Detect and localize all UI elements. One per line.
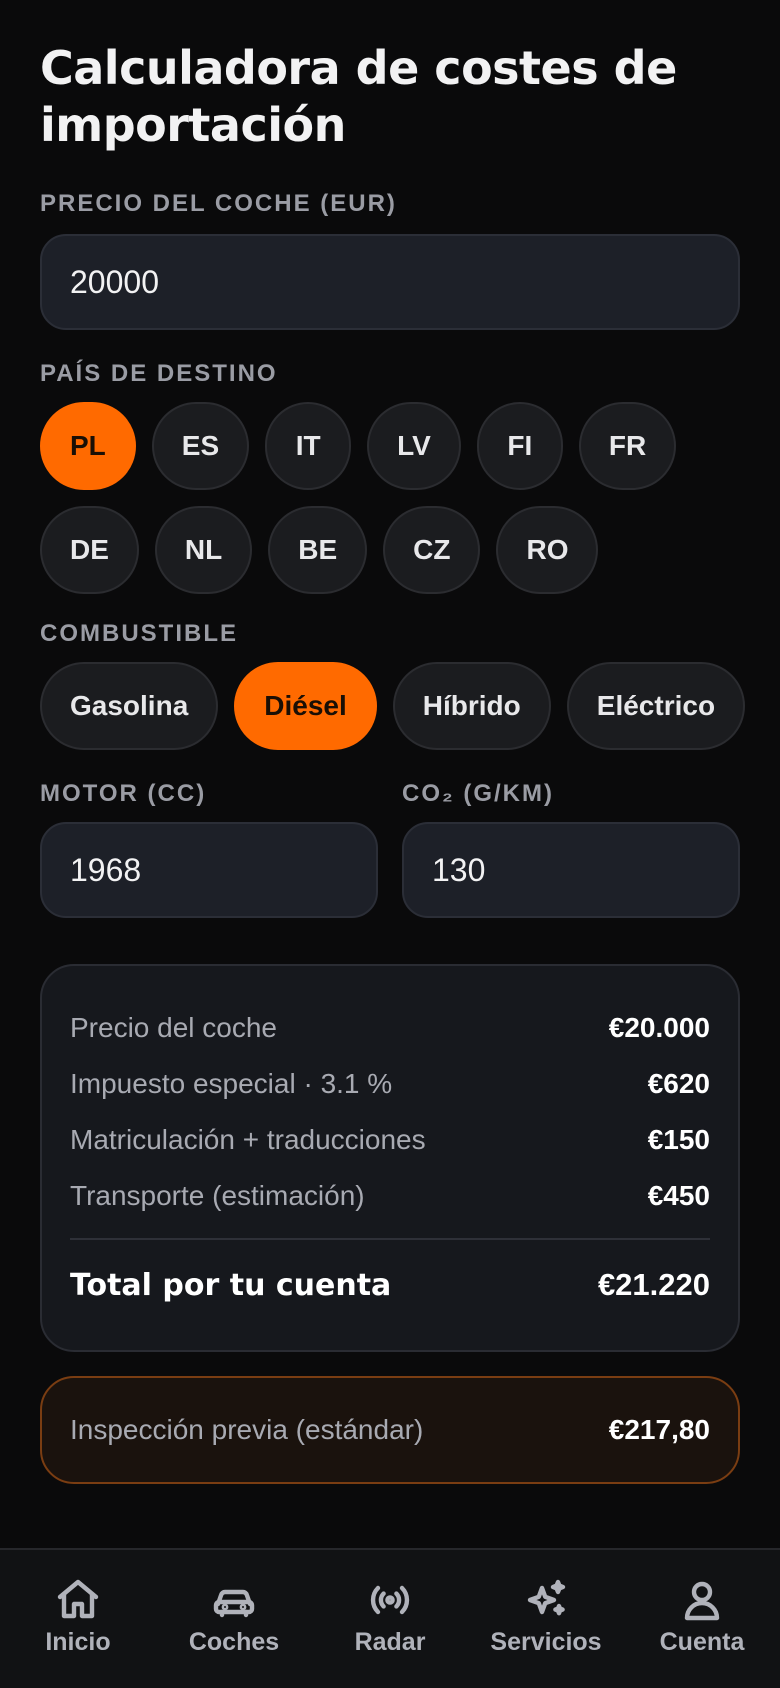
- fuel-chip-group: Gasolina Diésel Híbrido Eléctrico: [40, 662, 750, 750]
- country-chip-cz[interactable]: CZ: [383, 506, 481, 594]
- nav-item-servicios[interactable]: Servicios: [476, 1576, 616, 1657]
- fuel-chip-diesel[interactable]: Diésel: [234, 662, 377, 750]
- country-chip-lv[interactable]: LV: [367, 402, 461, 490]
- cost-summary-card: Precio del coche €20.000 Impuesto especi…: [40, 964, 740, 1352]
- nav-label: Inicio: [45, 1628, 111, 1656]
- summary-row: Precio del coche €20.000: [70, 1000, 710, 1056]
- nav-label: Servicios: [490, 1628, 602, 1656]
- summary-row-value: €620: [647, 1068, 710, 1099]
- summary-row-label: Precio del coche: [70, 1012, 278, 1043]
- summary-divider: [70, 1238, 710, 1240]
- co2-label: CO₂ (G/KM): [402, 780, 554, 807]
- country-chip-de[interactable]: DE: [40, 506, 139, 594]
- summary-row-value: €450: [647, 1180, 710, 1211]
- car-icon: [213, 1589, 255, 1618]
- summary-row: Transporte (estimación) €450: [70, 1168, 710, 1224]
- bottom-nav: Inicio Coches Radar Servicios Cuenta: [0, 1548, 780, 1688]
- engine-column: MOTOR (CC) 1968: [40, 780, 378, 918]
- user-icon: [684, 1581, 720, 1621]
- price-input[interactable]: 20000: [40, 234, 740, 330]
- nav-label: Cuenta: [659, 1628, 745, 1656]
- co2-column: CO₂ (G/KM) 130: [402, 780, 740, 918]
- summary-row: Matriculación + traducciones €150: [70, 1112, 710, 1168]
- summary-row-label: Impuesto especial · 3.1 %: [70, 1068, 393, 1099]
- nav-item-cuenta[interactable]: Cuenta: [632, 1576, 772, 1657]
- nav-item-coches[interactable]: Coches: [164, 1576, 304, 1657]
- country-chip-be[interactable]: BE: [268, 506, 368, 594]
- radar-icon: [370, 1585, 410, 1615]
- summary-row-value: €20.000: [608, 1012, 710, 1043]
- sparkles-icon: [527, 1579, 566, 1616]
- fuel-chip-hibrido[interactable]: Híbrido: [392, 662, 551, 750]
- page-title: Calculadora de costes de importación: [40, 41, 677, 152]
- nav-item-radar[interactable]: Radar: [320, 1576, 460, 1657]
- country-chip-pl[interactable]: PL: [40, 402, 136, 490]
- main-content: Calculadora de costes de importación PRE…: [0, 40, 780, 1484]
- total-value: €21.220: [597, 1267, 710, 1302]
- home-icon: [57, 1579, 99, 1619]
- fuel-chip-electrico[interactable]: Eléctrico: [566, 662, 746, 750]
- nav-label: Coches: [188, 1628, 280, 1656]
- country-chip-fr[interactable]: FR: [578, 402, 677, 490]
- country-chip-it[interactable]: IT: [265, 402, 352, 490]
- engine-input[interactable]: 1968: [40, 822, 378, 918]
- extras-row-value: €217,80: [608, 1414, 710, 1445]
- fuel-chip-gasolina[interactable]: Gasolina: [40, 662, 219, 750]
- engine-label: MOTOR (CC): [40, 780, 207, 807]
- country-chip-es[interactable]: ES: [151, 402, 250, 490]
- country-chip-group: PL ES IT LV FI FR DE NL BE CZ RO: [40, 402, 750, 594]
- total-label: Total por tu cuenta: [70, 1267, 392, 1303]
- country-chip-nl[interactable]: NL: [154, 506, 253, 594]
- summary-row: Impuesto especial · 3.1 % €620: [70, 1056, 710, 1112]
- engine-co2-row: MOTOR (CC) 1968 CO₂ (G/KM) 130: [40, 780, 740, 918]
- fuel-label: COMBUSTIBLE: [40, 620, 238, 647]
- summary-row-label: Transporte (estimación): [70, 1180, 365, 1211]
- nav-label: Radar: [354, 1628, 426, 1656]
- price-label: PRECIO DEL COCHE (EUR): [40, 190, 397, 217]
- extras-row-label: Inspección previa (estándar): [70, 1414, 424, 1445]
- summary-row-label: Matriculación + traducciones: [70, 1124, 426, 1155]
- extras-card: Inspección previa (estándar) €217,80: [40, 1376, 740, 1484]
- summary-row-value: €150: [647, 1124, 710, 1155]
- co2-input[interactable]: 130: [402, 822, 740, 918]
- summary-total-row: Total por tu cuenta €21.220: [70, 1250, 710, 1320]
- country-label: PAÍS DE DESTINO: [40, 360, 278, 387]
- nav-item-inicio[interactable]: Inicio: [8, 1576, 148, 1657]
- calculator-page: Calculadora de costes de importación PRE…: [0, 0, 780, 1688]
- extras-row: Inspección previa (estándar) €217,80: [70, 1402, 710, 1458]
- country-chip-ro[interactable]: RO: [496, 506, 599, 594]
- country-chip-fi[interactable]: FI: [476, 402, 563, 490]
